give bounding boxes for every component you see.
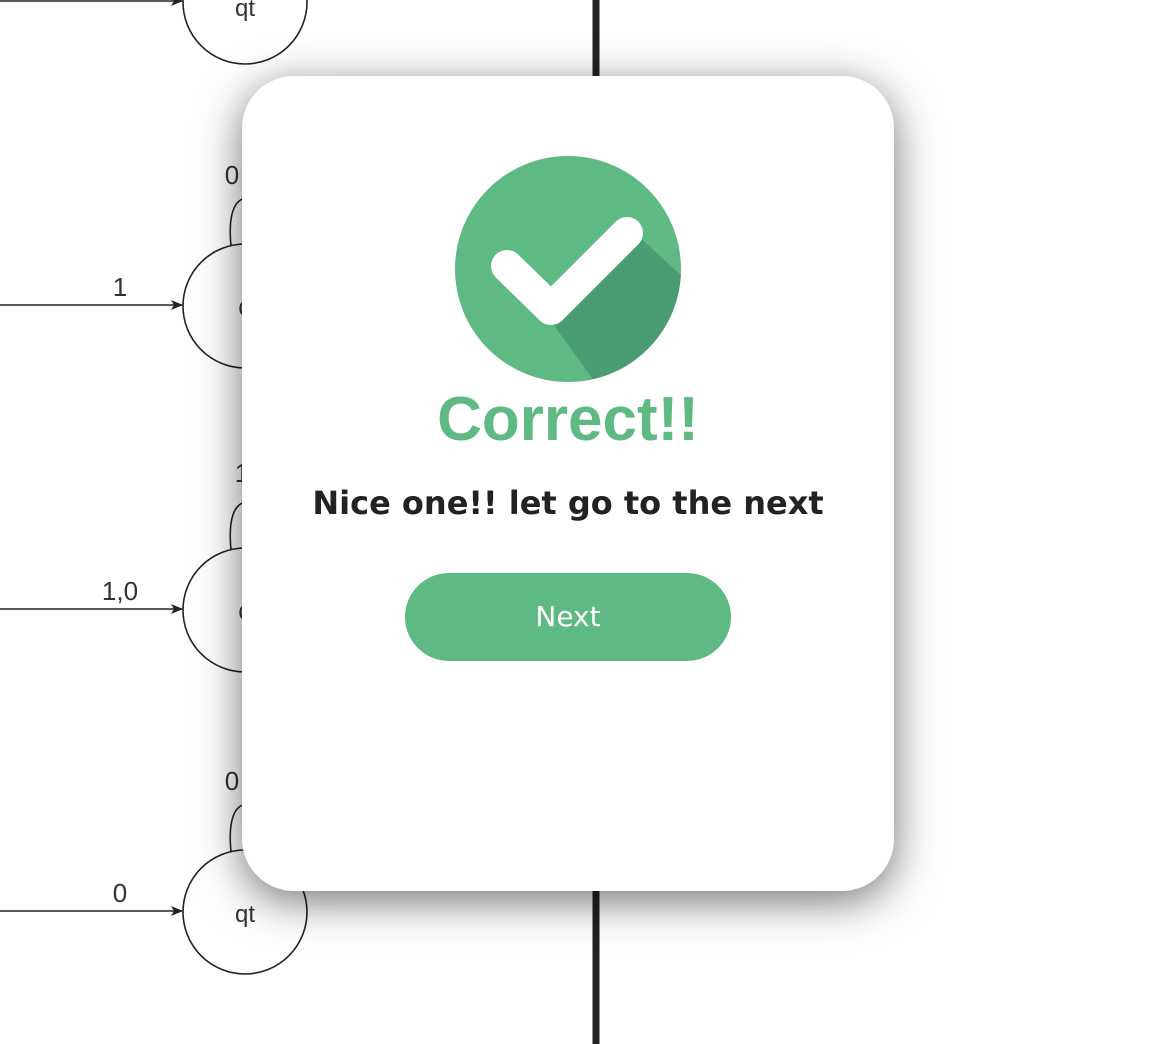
loop-label: 0 <box>225 766 239 796</box>
check-circle-icon <box>455 156 681 382</box>
transition-label: 1,0 <box>102 576 138 606</box>
result-dialog: Correct!! Nice one!! let go to the next … <box>242 76 894 891</box>
loop-label: 0 <box>225 160 239 190</box>
result-message: Nice one!! let go to the next <box>312 484 824 522</box>
next-button[interactable]: Next <box>405 573 731 661</box>
transition-label: 0 <box>113 878 127 908</box>
exercise-screen: qt 0 1 q 1 1,0 q 0 0 qt <box>0 0 1166 1044</box>
state-label: qt <box>235 0 255 22</box>
transition-label: 1 <box>113 272 127 302</box>
result-title: Correct!! <box>437 385 699 454</box>
state-label: qt <box>235 901 255 928</box>
